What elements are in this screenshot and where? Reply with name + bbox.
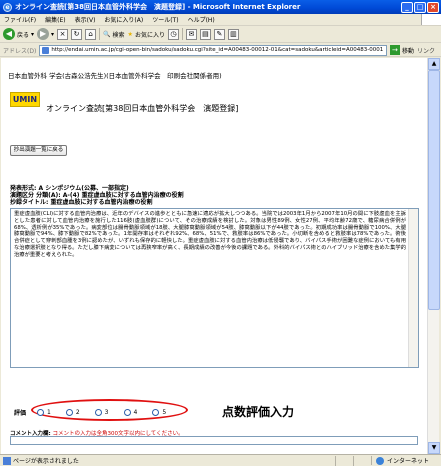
globe-icon [376, 456, 384, 465]
go-button[interactable]: → 移動 [389, 45, 414, 55]
menu-favorites[interactable]: お気に入り(A) [104, 15, 143, 24]
chevron-down-icon: ▾ [51, 30, 55, 38]
score-input-annotation: 点数評価入力 [222, 405, 295, 419]
close-button[interactable]: × [427, 1, 439, 13]
chevron-down-icon: ▾ [31, 30, 35, 38]
page-title: オンライン査読[第38回日本血管外科学会 演題登録] [46, 104, 239, 113]
scroll-down-icon[interactable]: ▼ [428, 442, 440, 454]
menu-edit[interactable]: 編集(E) [45, 15, 65, 24]
stop-button[interactable]: × [57, 28, 69, 40]
zone-label: インターネット [387, 458, 430, 465]
security-zone: インターネット [371, 456, 441, 465]
abstract-textarea[interactable]: 重症虚血肢(CLI)に対する血管内治療は、近年のデバイスの進歩とともに急速に適応… [10, 208, 419, 368]
star-icon: ★ [127, 30, 133, 38]
session-category: 演題区分 分類(A): A-(4) 重症虚血肢に対する血管内治療の役割 [10, 192, 184, 199]
eval-radio-1[interactable] [37, 409, 45, 416]
comment-input[interactable] [10, 436, 418, 445]
address-url: http://endai.umin.ac.jp/cgi-open-bin/sad… [51, 46, 384, 53]
abstract-meta: 発表形式: A シンポジウム(公募、一部指定) 演題区分 分類(A): A-(4… [10, 185, 184, 206]
status-text: ページが表示されました [13, 458, 79, 465]
menu-view[interactable]: 表示(V) [75, 15, 96, 24]
favorites-button[interactable]: ★ お気に入り [128, 30, 165, 39]
title-bar: e オンライン査読[第38回日本血管外科学会 演題登録] - Microsoft… [0, 0, 441, 14]
done-page-icon [3, 456, 11, 465]
toolbar-separator [181, 28, 183, 40]
eval-radio-2[interactable] [65, 409, 73, 416]
forward-button[interactable]: ▶ ▾ [37, 28, 54, 40]
links-button[interactable]: リンク [417, 46, 441, 55]
minimize-button[interactable]: _ [401, 1, 413, 13]
window-title: オンライン査読[第38回日本血管外科学会 演題登録] - Microsoft I… [15, 3, 301, 11]
abstract-title: 抄録タイトル: 重症虚血肢に対する血管内治療の役割 [10, 199, 153, 206]
abstract-text: 重症虚血肢(CLI)に対する血管内治療は、近年のデバイスの進歩とともに急速に適応… [14, 211, 406, 258]
page-icon [42, 46, 50, 54]
search-icon: 🔍 [103, 30, 111, 38]
edit-button[interactable]: ✎ [213, 28, 225, 40]
eval-radio-4[interactable] [123, 409, 131, 416]
print-button[interactable]: ▤ [199, 28, 211, 40]
status-bar: ページが表示されました インターネット [0, 454, 441, 466]
address-bar: アドレス(D) http://endai.umin.ac.jp/cgi-open… [0, 44, 441, 57]
search-button[interactable]: 🔍 検索 [103, 30, 125, 39]
eval-radio-3[interactable] [94, 409, 102, 416]
toolbar-separator [99, 28, 101, 40]
organization-text: 日本血管外科 学会(古森公浩先生)(日本血管外科学会 印刷会社関係者用) [8, 72, 222, 80]
go-arrow-icon: → [389, 45, 400, 55]
status-pane [335, 455, 353, 466]
scroll-up-icon[interactable]: ▲ [428, 58, 440, 70]
mail-button[interactable]: ✉ [185, 28, 197, 40]
maximize-button[interactable]: □ [414, 1, 426, 13]
scrollbar-thumb[interactable] [428, 70, 440, 310]
windows-flag-icon [421, 14, 441, 25]
page-content: 日本血管外科 学会(古森公浩先生)(日本血管外科学会 印刷会社関係者用) UMI… [1, 58, 427, 454]
menu-tools[interactable]: ツール(T) [152, 15, 178, 24]
status-pane [353, 455, 371, 466]
eval-radio-5[interactable] [152, 409, 160, 416]
history-button[interactable]: ◷ [167, 28, 179, 40]
umin-logo: UMIN [10, 92, 40, 107]
presentation-format: 発表形式: A シンポジウム(公募、一部指定) [10, 185, 129, 192]
address-label: アドレス(D) [3, 47, 37, 55]
forward-arrow-icon: ▶ [37, 28, 50, 40]
refresh-button[interactable]: ↻ [71, 28, 83, 40]
discuss-button[interactable]: ▥ [227, 28, 239, 40]
abstract-scrollbar[interactable] [408, 209, 418, 367]
toolbar: ◀ 戻る ▾ ▶ ▾ × ↻ ⌂ 🔍 検索 ★ お気に入り ◷ ✉ ▤ ✎ ▥ [0, 26, 441, 43]
menu-file[interactable]: ファイル(F) [4, 15, 36, 24]
home-button[interactable]: ⌂ [85, 28, 97, 40]
back-button[interactable]: ◀ 戻る ▾ [3, 28, 34, 40]
page-scrollbar[interactable]: ▲ ▼ [427, 58, 440, 454]
address-input[interactable]: http://endai.umin.ac.jp/cgi-open-bin/sad… [39, 44, 387, 56]
ie-logo-icon: e [3, 2, 12, 12]
back-arrow-icon: ◀ [3, 28, 15, 40]
back-to-list-button[interactable]: 抄出演題一覧に戻る [10, 145, 67, 156]
menu-help[interactable]: ヘルプ(H) [188, 15, 215, 24]
menu-bar: ファイル(F) 編集(E) 表示(V) お気に入り(A) ツール(T) ヘルプ(… [0, 14, 441, 26]
evaluation-row: 評価 1 2 3 4 5 [14, 409, 167, 417]
evaluation-label: 評価 [14, 410, 27, 417]
